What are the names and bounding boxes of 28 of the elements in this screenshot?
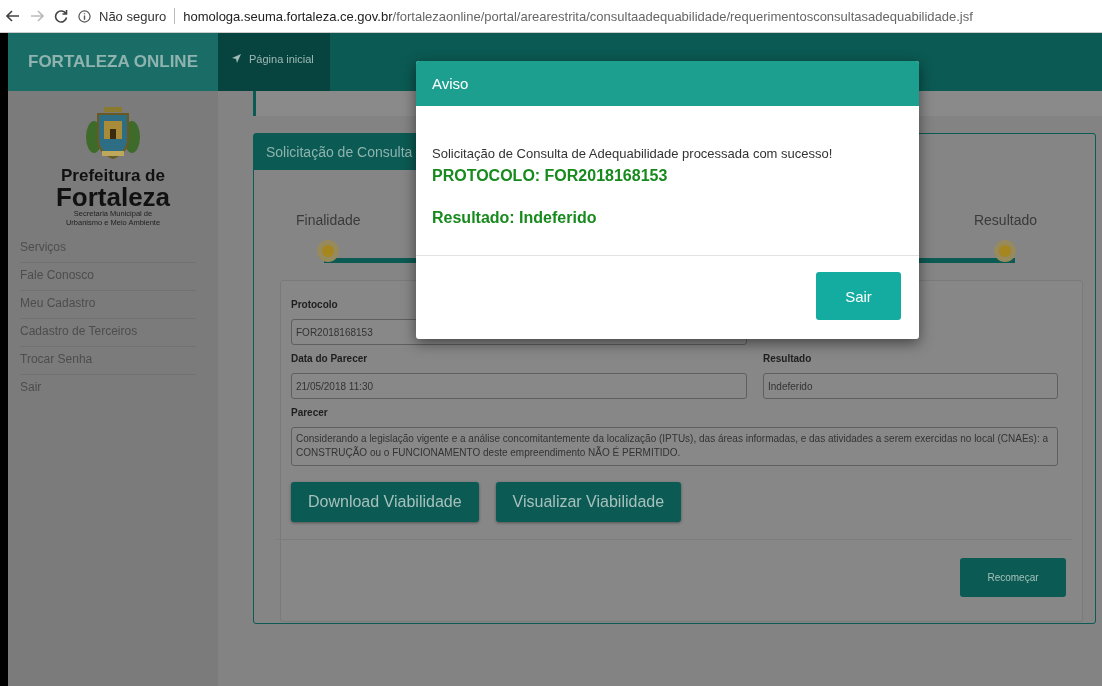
field-label: Resultado <box>763 353 813 364</box>
nav-tab[interactable]: Página inicial <box>218 33 330 91</box>
text-field[interactable]: Indeferido <box>763 373 1058 399</box>
navigation-arrow-icon <box>232 54 241 63</box>
dialog-title: Aviso <box>416 61 919 106</box>
exit-button[interactable]: Sair <box>816 272 901 320</box>
restart-button[interactable]: Recomeçar <box>960 558 1066 597</box>
address-url[interactable]: homologa.seuma.fortaleza.ce.gov.br/fortalezaonline/portal/arearestrita/consultaadequabilidade/requerimentosconsultasadequabilidade.jsf <box>183 8 973 24</box>
reload-icon[interactable] <box>54 9 68 23</box>
step-label: Resultado <box>973 212 1037 228</box>
security-label: Não seguro <box>99 8 167 24</box>
brand-title: FORTALEZA ONLINE <box>8 33 218 91</box>
step-dot <box>994 240 1017 262</box>
field-label: Protocolo <box>291 299 339 310</box>
info-icon <box>78 9 91 23</box>
protocol-number: PROTOCOLO: FOR2018168153 <box>432 167 669 185</box>
back-icon[interactable] <box>6 9 20 23</box>
step-label: Finalidade <box>296 212 361 228</box>
logo-title: Prefeitura de <box>61 167 165 185</box>
field-label: Data do Parecer <box>291 353 369 364</box>
text-field[interactable]: 21/05/2018 11:30 <box>291 373 747 399</box>
action-button[interactable]: Visualizar Viabilidade <box>495 482 682 522</box>
text-area[interactable]: Considerando a legislação vigente e a análise concomitantemente da localização (IPTUs), das áreas informadas, e das atividades a serem exercidas no local (CNAEs): a CONSTRUÇÃO ou o FUNCIONAMENTO deste empreendimento NÃO É PERMITIDO. <box>291 427 1058 466</box>
field-label: Parecer <box>291 407 329 418</box>
logo-title: Fortaleza <box>55 185 171 209</box>
result-text: Resultado: Indeferido <box>432 209 598 227</box>
action-button[interactable]: Download Viabilidade <box>291 482 479 522</box>
step-dot <box>317 240 340 262</box>
